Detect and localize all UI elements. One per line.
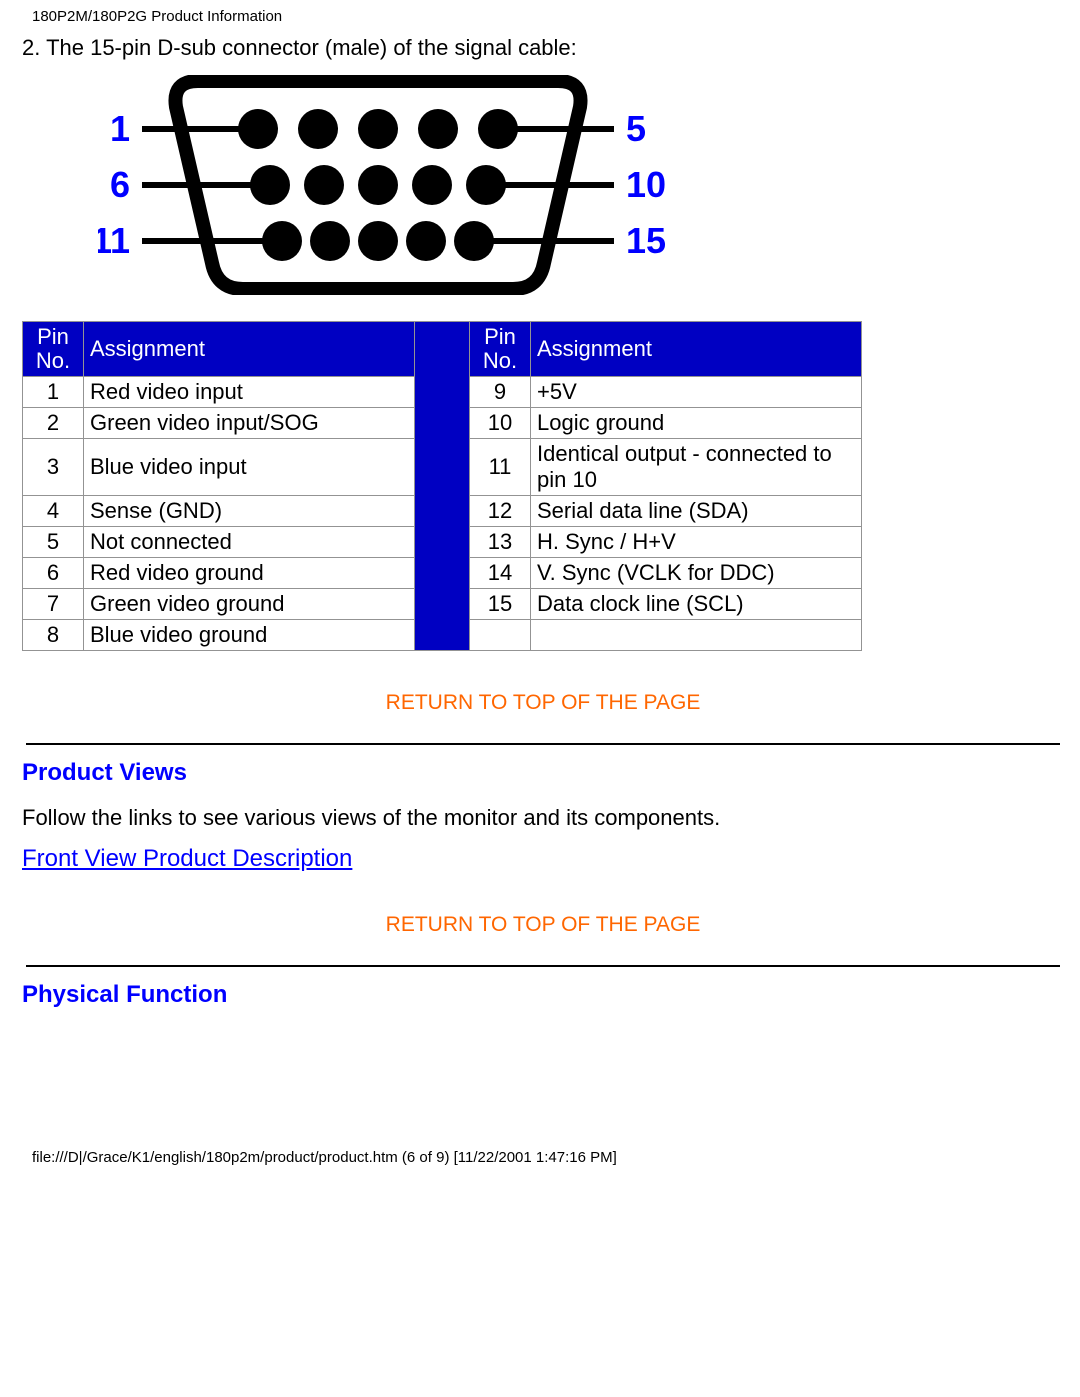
col-assignment: Assignment [531,322,862,377]
col-pin-no: Pin No. [23,322,84,377]
pin-no-cell: 4 [23,496,84,527]
pin-icon [304,165,344,205]
page-footer: file:///D|/Grace/K1/english/180p2m/produ… [0,1149,1080,1176]
product-views-text: Follow the links to see various views of… [22,805,1064,831]
assign-cell: H. Sync / H+V [531,527,862,558]
col-assignment: Assignment [84,322,415,377]
pin-label-1: 1 [110,108,130,149]
pin-no-cell: 14 [470,558,531,589]
assign-cell: Red video input [84,377,415,408]
pin-label-5: 5 [626,108,646,149]
assign-cell: Sense (GND) [84,496,415,527]
pin-icon [406,221,446,261]
pin-label-10: 10 [626,164,666,205]
pin-label-15: 15 [626,220,666,261]
pin-no-cell: 8 [23,620,84,651]
pin-no-cell: 6 [23,558,84,589]
main-content: 2. The 15-pin D-sub connector (male) of … [0,25,1080,1009]
dsub-diagram: 1 6 11 5 10 15 [98,75,1064,301]
pin-assignment-table: Pin No. Assignment Pin No. Assignment 1 … [22,321,862,651]
front-view-link[interactable]: Front View Product Description [22,845,352,872]
return-top-link[interactable]: RETURN TO TOP OF THE PAGE [22,691,1064,715]
return-top-link[interactable]: RETURN TO TOP OF THE PAGE [22,913,1064,937]
pin-label-6: 6 [110,164,130,205]
assign-cell: Blue video input [84,439,415,496]
assign-cell: Identical output - connected to pin 10 [531,439,862,496]
assign-cell: V. Sync (VCLK for DDC) [531,558,862,589]
col-pin-no: Pin No. [470,322,531,377]
assign-cell: Data clock line (SCL) [531,589,862,620]
pin-no-cell: 15 [470,589,531,620]
pin-icon [412,165,452,205]
table-spacer [415,322,470,651]
assign-cell: Green video input/SOG [84,408,415,439]
assign-cell: Blue video ground [84,620,415,651]
pin-no-cell: 10 [470,408,531,439]
pin-icon [298,109,338,149]
pin-no-cell: 12 [470,496,531,527]
pin-no-cell: 7 [23,589,84,620]
assign-cell: Green video ground [84,589,415,620]
assign-cell [531,620,862,651]
pin-icon [310,221,350,261]
pin-no-cell: 11 [470,439,531,496]
physical-function-title: Physical Function [22,981,1064,1009]
divider [26,965,1060,967]
assign-cell: Serial data line (SDA) [531,496,862,527]
pin-no-cell: 5 [23,527,84,558]
assign-cell: +5V [531,377,862,408]
product-views-title: Product Views [22,759,1064,787]
connector-caption: 2. The 15-pin D-sub connector (male) of … [22,35,1064,61]
pin-no-cell: 2 [23,408,84,439]
pin-no-cell: 9 [470,377,531,408]
pin-icon [358,165,398,205]
pin-no-cell: 1 [23,377,84,408]
assign-cell: Not connected [84,527,415,558]
pin-no-cell [470,620,531,651]
pin-icon [358,221,398,261]
assign-cell: Logic ground [531,408,862,439]
pin-icon [358,109,398,149]
dsub-svg: 1 6 11 5 10 15 [98,75,678,295]
divider [26,743,1060,745]
assign-cell: Red video ground [84,558,415,589]
pin-no-cell: 3 [23,439,84,496]
page-header: 180P2M/180P2G Product Information [0,0,1080,25]
pin-icon [418,109,458,149]
pin-no-cell: 13 [470,527,531,558]
pin-label-11: 11 [98,220,130,261]
